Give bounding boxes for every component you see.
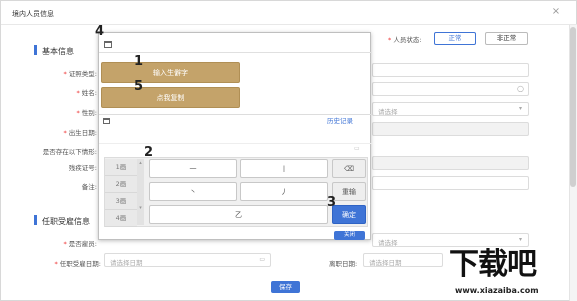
callout-3: 3	[327, 195, 337, 210]
stroke-key-dian[interactable]: 丶	[149, 182, 237, 201]
keyboard-toggle-icon[interactable]: ▭	[354, 145, 360, 152]
cert-type-input[interactable]	[372, 63, 529, 77]
section-marker	[34, 215, 37, 225]
employed-label: * 是否雇员:	[63, 240, 97, 248]
callout-4: 4	[95, 24, 105, 39]
keyboard-icon[interactable]	[104, 41, 112, 48]
status-label: * 人员状态:	[388, 36, 422, 44]
stroke-count-3[interactable]: 3画	[105, 193, 137, 210]
input-rare-char-button[interactable]: 输入生僻字	[101, 62, 240, 83]
remark-label: 备注:	[81, 183, 97, 191]
section-title-job: 任职受雇信息	[42, 217, 90, 226]
dialog: 境内人员信息 × * 人员状态: 正常 非正常 基本信息 * 证照类型: * 姓…	[0, 0, 577, 301]
scrollbar-thumb[interactable]	[570, 27, 576, 187]
confirm-button[interactable]: 确定	[332, 205, 366, 224]
chevron-down-icon: ▾	[518, 236, 522, 243]
stroke-count-1[interactable]: 1画	[105, 159, 137, 176]
stroke-key-heng[interactable]: 一	[149, 159, 237, 178]
history-link[interactable]: 历史记录	[327, 115, 353, 125]
keyboard-icon[interactable]	[103, 118, 110, 124]
status-abnormal-button[interactable]: 非正常	[485, 32, 528, 45]
stroke-count-2[interactable]: 2画	[105, 176, 137, 193]
stroke-key-pie[interactable]: 丿	[240, 182, 328, 201]
name-input[interactable]: ○	[372, 82, 529, 96]
callout-1: 1	[134, 54, 144, 69]
birth-label: * 出生日期:	[63, 129, 97, 137]
close-icon[interactable]: ×	[550, 6, 562, 18]
backspace-button[interactable]: ⌫	[332, 159, 366, 178]
right-select-2[interactable]: 请选择 ▾	[372, 233, 529, 247]
right-select[interactable]: 请选择 ▾	[372, 102, 529, 116]
leave-date-input[interactable]: 请选择日期	[363, 253, 443, 267]
save-button[interactable]: 保存	[271, 281, 300, 293]
disability-label: 残疾证号:	[68, 164, 97, 172]
gender-label: * 性别:	[76, 109, 97, 117]
remark-right-input[interactable]	[372, 176, 529, 190]
stroke-count-4[interactable]: 4画	[105, 210, 137, 227]
dialog-header	[1, 1, 577, 25]
stroke-key-zhe[interactable]: 乙	[149, 205, 328, 224]
right-disabled-input	[372, 122, 529, 136]
callout-5: 5	[134, 79, 144, 94]
chevron-down-icon: ▾	[518, 105, 522, 112]
stroke-key-shu[interactable]: 丨	[240, 159, 328, 178]
callout-2: 2	[144, 145, 154, 160]
watermark-url: www.xiazaiba.com	[455, 286, 539, 295]
leave-date-label: 离职日期:	[329, 260, 358, 268]
hire-date-input[interactable]: 请选择日期 ▭	[104, 253, 271, 267]
name-label: * 姓名:	[76, 89, 97, 97]
status-normal-button[interactable]: 正常	[434, 32, 476, 45]
ime-input-bar[interactable]	[99, 33, 372, 53]
rewrite-button[interactable]: 重输	[332, 182, 366, 201]
cert-type-label: * 证照类型:	[63, 70, 97, 78]
watermark: 下载吧 www.xiazaiba.com	[443, 246, 577, 301]
disability-right-input	[372, 156, 529, 170]
search-icon[interactable]: ○	[517, 84, 524, 93]
copy-button[interactable]: 点我复制	[101, 87, 240, 108]
calendar-icon[interactable]: ▭	[259, 256, 265, 263]
section-marker	[34, 45, 37, 55]
ime-close-button[interactable]: 关闭	[334, 231, 365, 240]
special-label: 是否存在以下情形:	[42, 148, 97, 156]
section-title-basic: 基本信息	[42, 47, 74, 56]
watermark-title: 下载吧	[449, 247, 537, 282]
dialog-title: 境内人员信息	[12, 10, 54, 18]
hire-date-label: * 任职受雇日期:	[54, 260, 101, 268]
stroke-count-scroll[interactable]: ▴ ▾	[137, 159, 144, 225]
